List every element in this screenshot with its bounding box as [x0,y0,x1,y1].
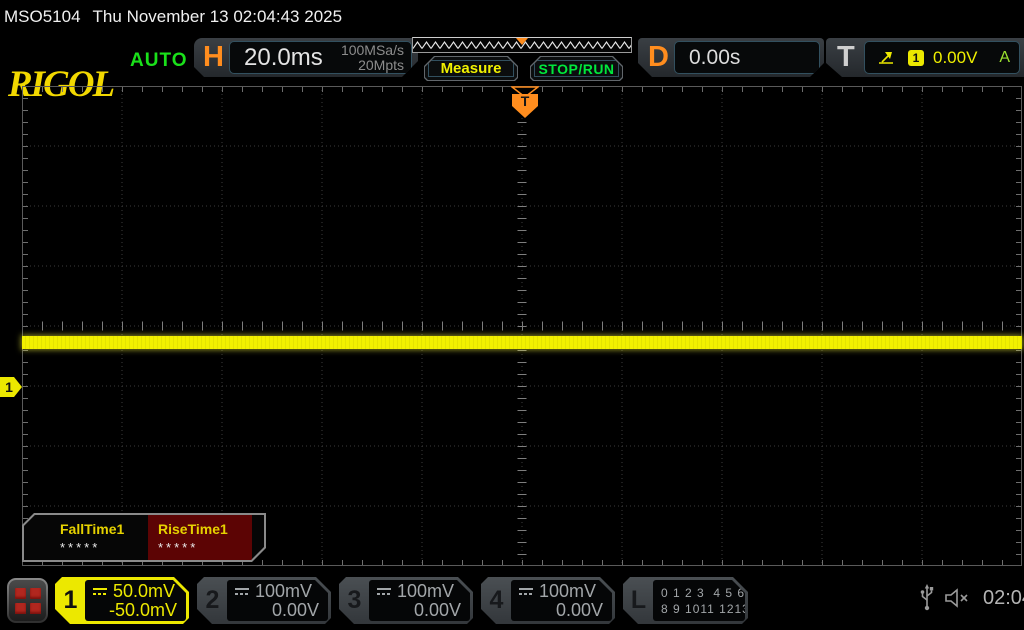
channel3-status[interactable]: 3 100mV 0.00V [339,577,473,624]
trigger-control[interactable]: T 1 0.00V A [826,38,1024,77]
trigger-level-value: 0.00V [933,47,978,67]
measurement-value: ***** [60,540,101,555]
channel4-status[interactable]: 4 100mV 0.00V [481,577,615,624]
trigger-flag-letter: T [521,93,530,109]
graticule [22,86,1022,566]
channel-offset: -50.0mV [108,600,177,620]
measurement-value: ***** [158,540,199,555]
channel1-status[interactable]: 1 50.0mV -50.0mV [55,577,189,624]
datetime-label: Thu November 13 02:04:43 2025 [92,7,343,26]
dc-coupling-icon [518,586,534,597]
horizontal-timebase-control[interactable]: H 20.0ms 100MSa/s 20Mpts [194,38,418,77]
measurement-results-panel[interactable]: FallTime1 ***** RiseTime1 ***** [22,513,266,562]
clock-display: 02:04 [983,586,1024,609]
waveform-display: T FallTime1 ***** RiseTime1 ***** [22,86,1022,566]
zigzag-waveform-icon [413,38,631,52]
status-icon-tray: 02:04 [920,584,1024,612]
trigger-position-marker[interactable]: T [509,86,541,125]
trigger-readout: 1 0.00V A [864,41,1020,74]
oscilloscope-screen: MSO5104 Thu November 13 02:04:43 2025 RI… [0,0,1024,630]
speaker-muted-icon [945,588,968,608]
usb-icon [920,584,934,611]
measure-button[interactable]: Measure [424,56,518,81]
delay-label: D [648,41,669,73]
trigger-mode-badge: A [999,48,1010,66]
channel1-trace [22,336,1022,349]
channel-scale: 100mV [255,580,313,601]
channel1-ground-marker[interactable]: 1 [0,377,23,402]
model-label: MSO5104 [4,7,81,26]
horizontal-delay-control[interactable]: D 0.00s [638,38,824,77]
channel-number: 4 [489,586,504,614]
channel1-marker-number: 1 [5,379,13,395]
acquisition-readout: 100MSa/s 20Mpts [341,43,404,73]
toolbar: RIGOL AUTO H 20.0ms 100MSa/s 20Mpts Meas… [0,30,1024,103]
trigger-label: T [837,41,855,73]
menu-grid-icon [9,580,46,621]
trigger-slope-icon [877,50,897,66]
dc-coupling-icon [234,586,250,597]
stop-run-button[interactable]: STOP/RUN [530,56,623,81]
channel-number: 3 [347,586,362,614]
dc-coupling-icon [376,586,392,597]
timebase-readout: 20.0ms 100MSa/s 20Mpts [229,41,412,74]
memory-depth: 20Mpts [358,56,404,73]
measure-button-label: Measure [440,60,502,77]
measurement-falltime[interactable]: FallTime1 ***** [24,515,148,560]
logic-channels-row1: 0 1 2 3 4 5 6 7 [661,585,758,600]
logic-analyzer-status[interactable]: L 0 1 2 3 4 5 6 7 8 9 1011 12131415 [623,577,748,624]
channel-scale: 50.0mV [113,580,176,601]
delay-value: 0.00s [689,45,741,69]
measurement-risetime[interactable]: RiseTime1 ***** [148,515,252,560]
channel-number: 2 [205,586,220,614]
dc-coupling-icon [92,586,108,597]
logic-label: L [630,586,647,614]
timebase-value: 20.0ms [244,43,323,71]
channel2-status[interactable]: 2 100mV 0.00V [197,577,331,624]
waveform-position-bar[interactable] [412,37,632,53]
logic-channels-row2: 8 9 1011 12131415 [661,601,781,616]
channel-offset: 0.00V [555,600,603,620]
stop-run-button-label: STOP/RUN [538,60,615,77]
sample-rate: 100MSa/s [340,41,404,58]
menu-button[interactable] [7,578,48,623]
measurement-name: RiseTime1 [158,521,228,537]
channel-scale: 100mV [397,580,455,601]
status-bar: MSO5104 Thu November 13 02:04:43 2025 [4,5,342,29]
channel-offset: 0.00V [271,600,319,620]
run-status-badge: AUTO [130,50,188,71]
delay-readout: 0.00s [674,41,820,74]
channel-scale: 100mV [539,580,597,601]
channel-status-bar: 1 50.0mV -50.0mV 2 100mV 0.00V 3 100mV 0… [0,570,1024,630]
horizontal-label: H [203,41,224,73]
trigger-source-badge: 1 [908,50,924,66]
channel-number: 1 [63,586,78,614]
measurement-name: FallTime1 [60,521,125,537]
channel-offset: 0.00V [413,600,461,620]
